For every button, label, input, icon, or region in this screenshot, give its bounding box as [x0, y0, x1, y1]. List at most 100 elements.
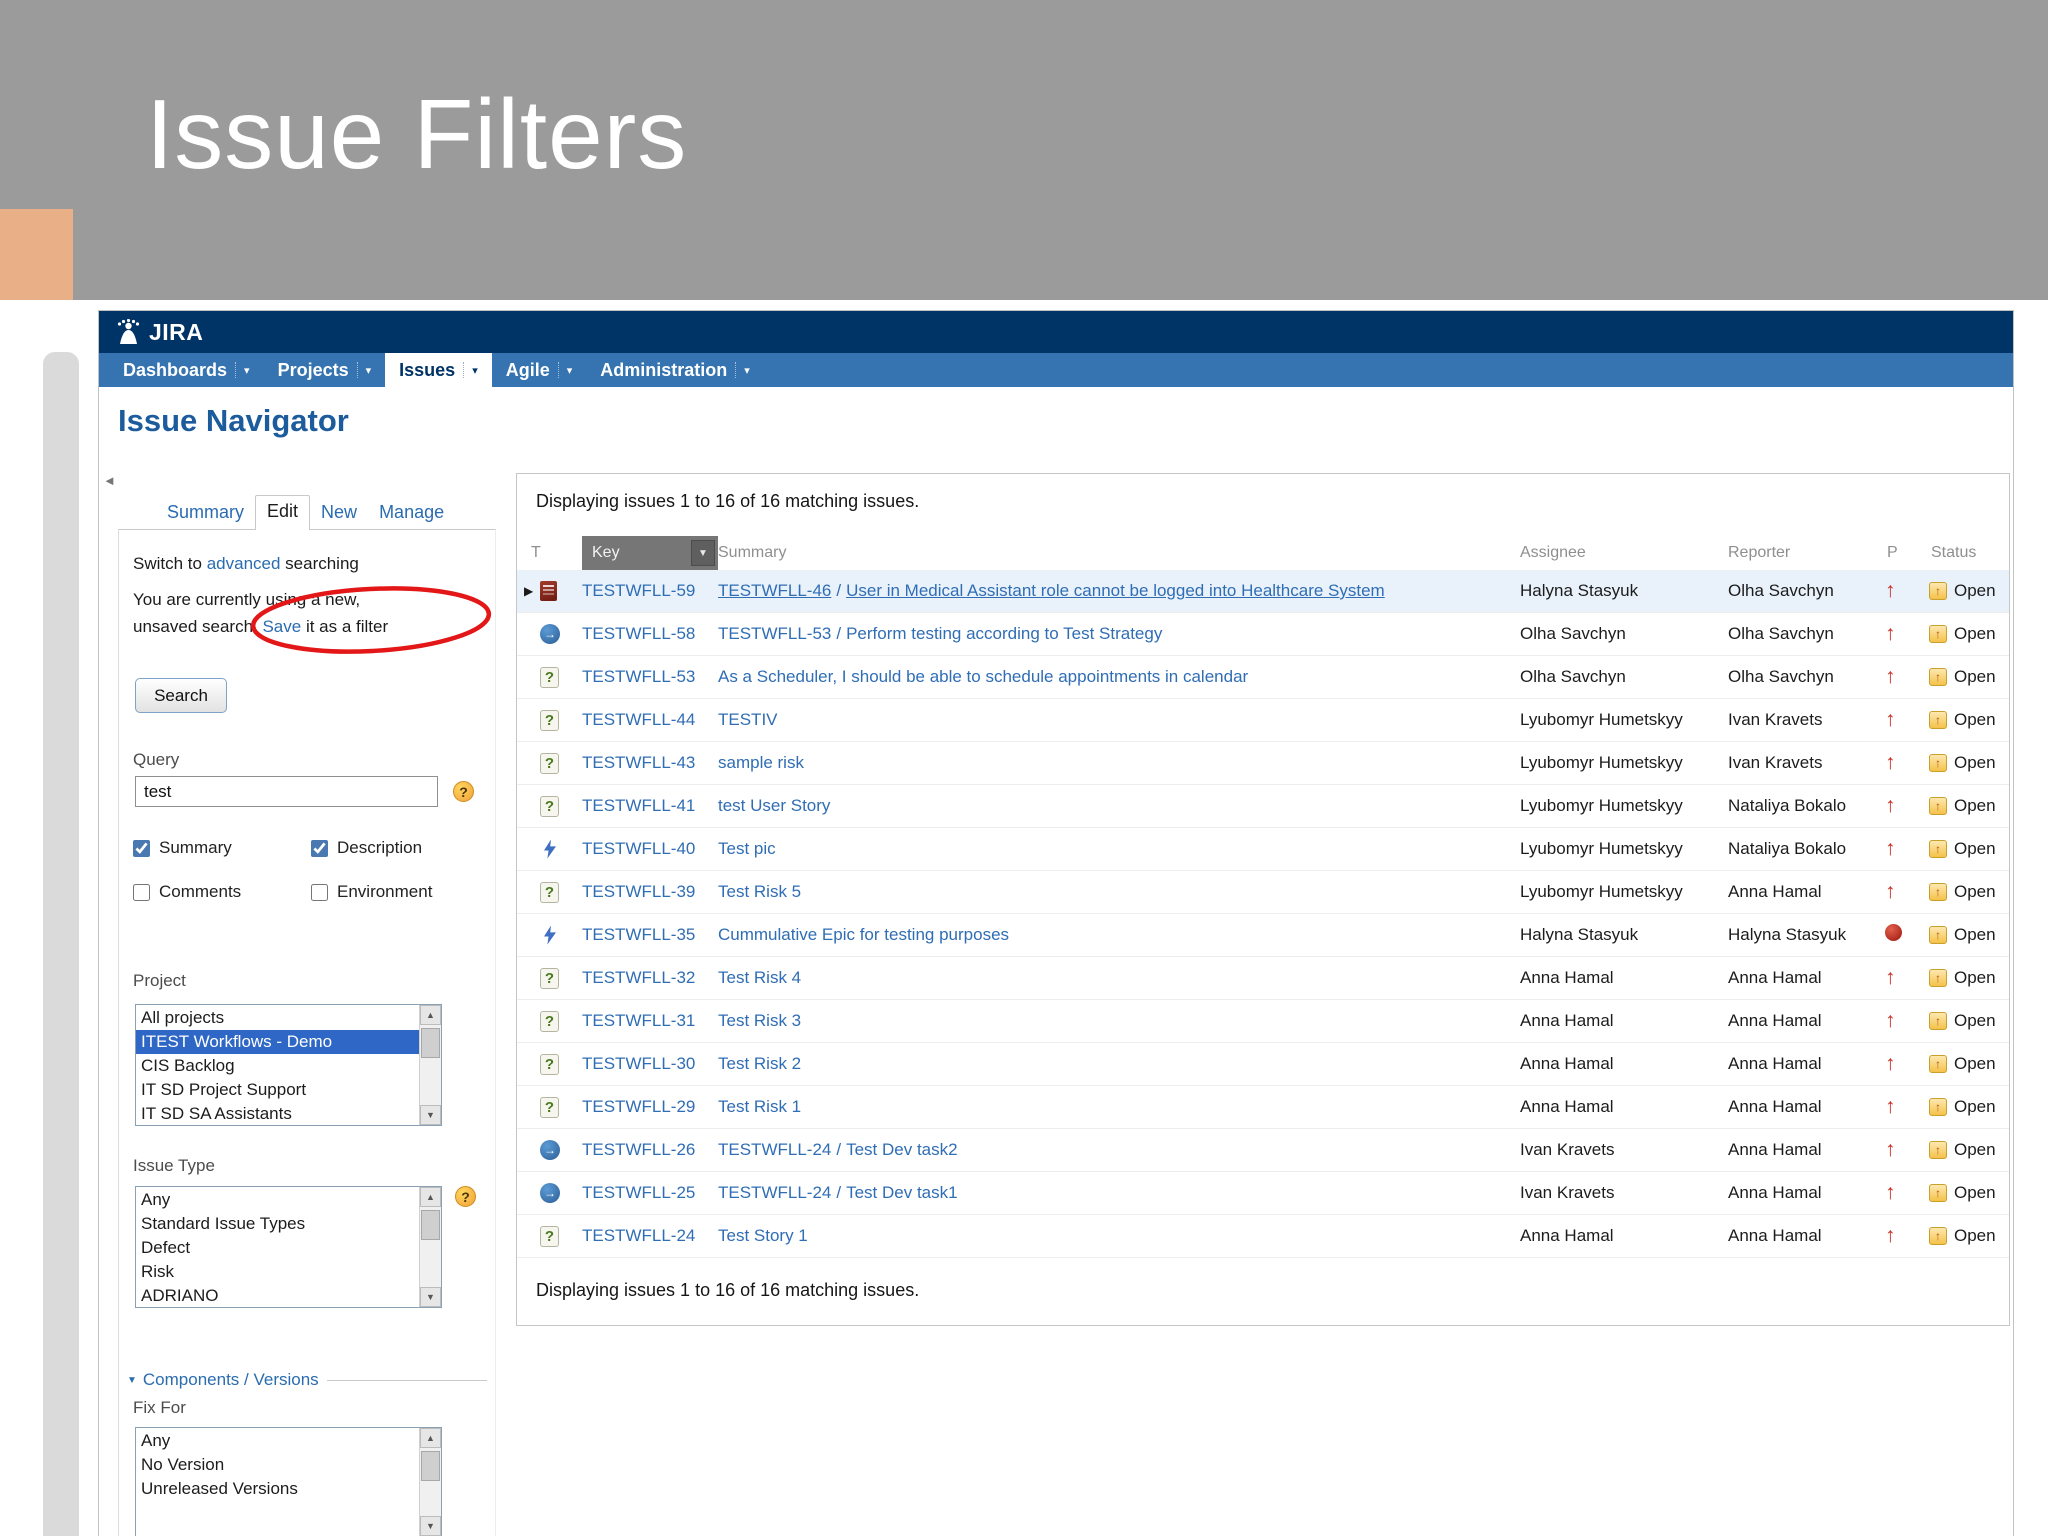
scroll-down-icon[interactable]: ▼: [420, 1105, 441, 1125]
checkbox-environment[interactable]: Environment: [311, 882, 489, 902]
scroll-down-icon[interactable]: ▼: [420, 1287, 441, 1307]
listbox-option[interactable]: Standard Issue Types: [136, 1212, 419, 1236]
listbox-option[interactable]: IT SD Project Support: [136, 1078, 419, 1102]
listbox-scrollbar[interactable]: ▲ ▼: [419, 1005, 441, 1125]
listbox-option[interactable]: IT SD SA Assistants: [136, 1102, 419, 1125]
nav-item-issues[interactable]: Issues ▾: [385, 353, 492, 387]
issue-type-help-icon[interactable]: ?: [455, 1186, 476, 1207]
parent-issue-link[interactable]: TESTWFLL-46: [718, 581, 831, 600]
issue-key-link[interactable]: TESTWFLL-31: [582, 1011, 695, 1030]
components-versions-header[interactable]: ▼ Components / Versions: [127, 1370, 487, 1390]
query-help-icon[interactable]: ?: [453, 781, 474, 802]
issue-key-link[interactable]: TESTWFLL-24: [582, 1226, 695, 1245]
description-checkbox-input[interactable]: [311, 839, 328, 857]
col-type[interactable]: T: [517, 544, 582, 562]
environment-checkbox-input[interactable]: [311, 883, 328, 901]
project-listbox[interactable]: All projects ITEST Workflows - Demo CIS Ba…: [135, 1004, 442, 1126]
listbox-option[interactable]: All projects: [136, 1006, 419, 1030]
col-priority[interactable]: P: [1881, 544, 1921, 562]
checkbox-comments[interactable]: Comments: [133, 882, 311, 902]
issue-key-link[interactable]: TESTWFLL-44: [582, 710, 695, 729]
issue-key-link[interactable]: TESTWFLL-41: [582, 796, 695, 815]
issue-key-link[interactable]: TESTWFLL-30: [582, 1054, 695, 1073]
nav-item-agile[interactable]: Agile ▾: [492, 353, 587, 387]
listbox-option[interactable]: Any: [136, 1188, 419, 1212]
summary-checkbox-input[interactable]: [133, 839, 150, 857]
listbox-option[interactable]: No Version: [136, 1453, 419, 1477]
checkbox-summary[interactable]: Summary: [133, 838, 311, 858]
issue-summary-link[interactable]: Test Risk 1: [718, 1097, 801, 1116]
comments-checkbox-input[interactable]: [133, 883, 150, 901]
col-key[interactable]: Key ▼: [582, 536, 718, 570]
listbox-option[interactable]: ITEST Workflows - Demo: [136, 1030, 419, 1054]
scroll-up-icon[interactable]: ▲: [420, 1005, 441, 1025]
issue-summary-link[interactable]: Cummulative Epic for testing purposes: [718, 925, 1009, 944]
scrollbar-thumb[interactable]: [421, 1210, 440, 1240]
scroll-up-icon[interactable]: ▲: [420, 1187, 441, 1207]
issue-key-link[interactable]: TESTWFLL-25: [582, 1183, 695, 1202]
listbox-scrollbar[interactable]: ▲ ▼: [419, 1428, 441, 1536]
issue-key-link[interactable]: TESTWFLL-59: [582, 581, 695, 600]
issue-summary-link[interactable]: Test Risk 5: [718, 882, 801, 901]
listbox-option[interactable]: Risk: [136, 1260, 419, 1284]
nav-item-administration[interactable]: Administration ▾: [586, 353, 764, 387]
parent-issue-link[interactable]: TESTWFLL-24: [718, 1140, 831, 1159]
issue-summary-link[interactable]: Test pic: [718, 839, 776, 858]
fix-for-listbox[interactable]: Any No Version Unreleased Versions ▲ ▼: [135, 1427, 442, 1536]
listbox-option[interactable]: CIS Backlog: [136, 1054, 419, 1078]
issue-summary-link[interactable]: As a Scheduler, I should be able to sche…: [718, 667, 1248, 686]
issue-summary-link[interactable]: sample risk: [718, 753, 804, 772]
col-status[interactable]: Status: [1921, 544, 2009, 562]
issue-key-link[interactable]: TESTWFLL-58: [582, 624, 695, 643]
tab-manage[interactable]: Manage: [368, 497, 455, 530]
issue-key-link[interactable]: TESTWFLL-35: [582, 925, 695, 944]
listbox-option[interactable]: Unreleased Versions: [136, 1477, 419, 1501]
advanced-search-link[interactable]: advanced: [207, 554, 281, 573]
scrollbar-thumb[interactable]: [421, 1451, 440, 1481]
save-filter-link[interactable]: Save: [262, 617, 301, 636]
query-input[interactable]: [135, 776, 438, 807]
search-button[interactable]: Search: [135, 678, 227, 713]
listbox-scrollbar[interactable]: ▲ ▼: [419, 1187, 441, 1307]
scrollbar-track[interactable]: [420, 1448, 441, 1516]
collapse-sidebar-icon[interactable]: ◄: [103, 473, 116, 488]
issue-key-link[interactable]: TESTWFLL-43: [582, 753, 695, 772]
issue-key-link[interactable]: TESTWFLL-29: [582, 1097, 695, 1116]
col-summary[interactable]: Summary: [718, 544, 1520, 562]
listbox-option[interactable]: Defect: [136, 1236, 419, 1260]
listbox-option[interactable]: ADRIANO: [136, 1284, 419, 1307]
tab-summary[interactable]: Summary: [156, 497, 255, 530]
listbox-option[interactable]: Any: [136, 1429, 419, 1453]
issue-summary-link[interactable]: User in Medical Assistant role cannot be…: [846, 581, 1385, 600]
issue-summary-link[interactable]: Test Risk 3: [718, 1011, 801, 1030]
issue-key-link[interactable]: TESTWFLL-26: [582, 1140, 695, 1159]
tab-edit[interactable]: Edit: [255, 495, 311, 530]
issue-key-link[interactable]: TESTWFLL-32: [582, 968, 695, 987]
scrollbar-track[interactable]: [420, 1025, 441, 1105]
nav-item-dashboards[interactable]: Dashboards ▾: [109, 353, 264, 387]
scrollbar-thumb[interactable]: [421, 1028, 440, 1058]
issue-summary-link[interactable]: Test Dev task2: [846, 1140, 958, 1159]
scrollbar-track[interactable]: [420, 1207, 441, 1287]
scroll-down-icon[interactable]: ▼: [420, 1516, 441, 1536]
sort-icon[interactable]: ▼: [691, 540, 715, 566]
issue-summary-link[interactable]: Test Dev task1: [846, 1183, 958, 1202]
parent-issue-link[interactable]: TESTWFLL-24: [718, 1183, 831, 1202]
issue-key-link[interactable]: TESTWFLL-40: [582, 839, 695, 858]
issue-type-listbox[interactable]: Any Standard Issue Types Defect Risk ADRIANO…: [135, 1186, 442, 1308]
col-assignee[interactable]: Assignee: [1520, 544, 1728, 562]
parent-issue-link[interactable]: TESTWFLL-53: [718, 624, 831, 643]
issue-key-link[interactable]: TESTWFLL-39: [582, 882, 695, 901]
col-reporter[interactable]: Reporter: [1728, 544, 1881, 562]
issue-key-link[interactable]: TESTWFLL-53: [582, 667, 695, 686]
issue-summary-link[interactable]: Perform testing according to Test Strate…: [846, 624, 1162, 643]
issue-summary-link[interactable]: Test Risk 4: [718, 968, 801, 987]
nav-item-projects[interactable]: Projects ▾: [264, 353, 386, 387]
scroll-up-icon[interactable]: ▲: [420, 1428, 441, 1448]
issue-summary-link[interactable]: TESTIV: [718, 710, 778, 729]
issue-summary-link[interactable]: Test Story 1: [718, 1226, 808, 1245]
tab-new[interactable]: New: [310, 497, 368, 530]
issue-summary-link[interactable]: test User Story: [718, 796, 830, 815]
issue-summary-link[interactable]: Test Risk 2: [718, 1054, 801, 1073]
checkbox-description[interactable]: Description: [311, 838, 489, 858]
